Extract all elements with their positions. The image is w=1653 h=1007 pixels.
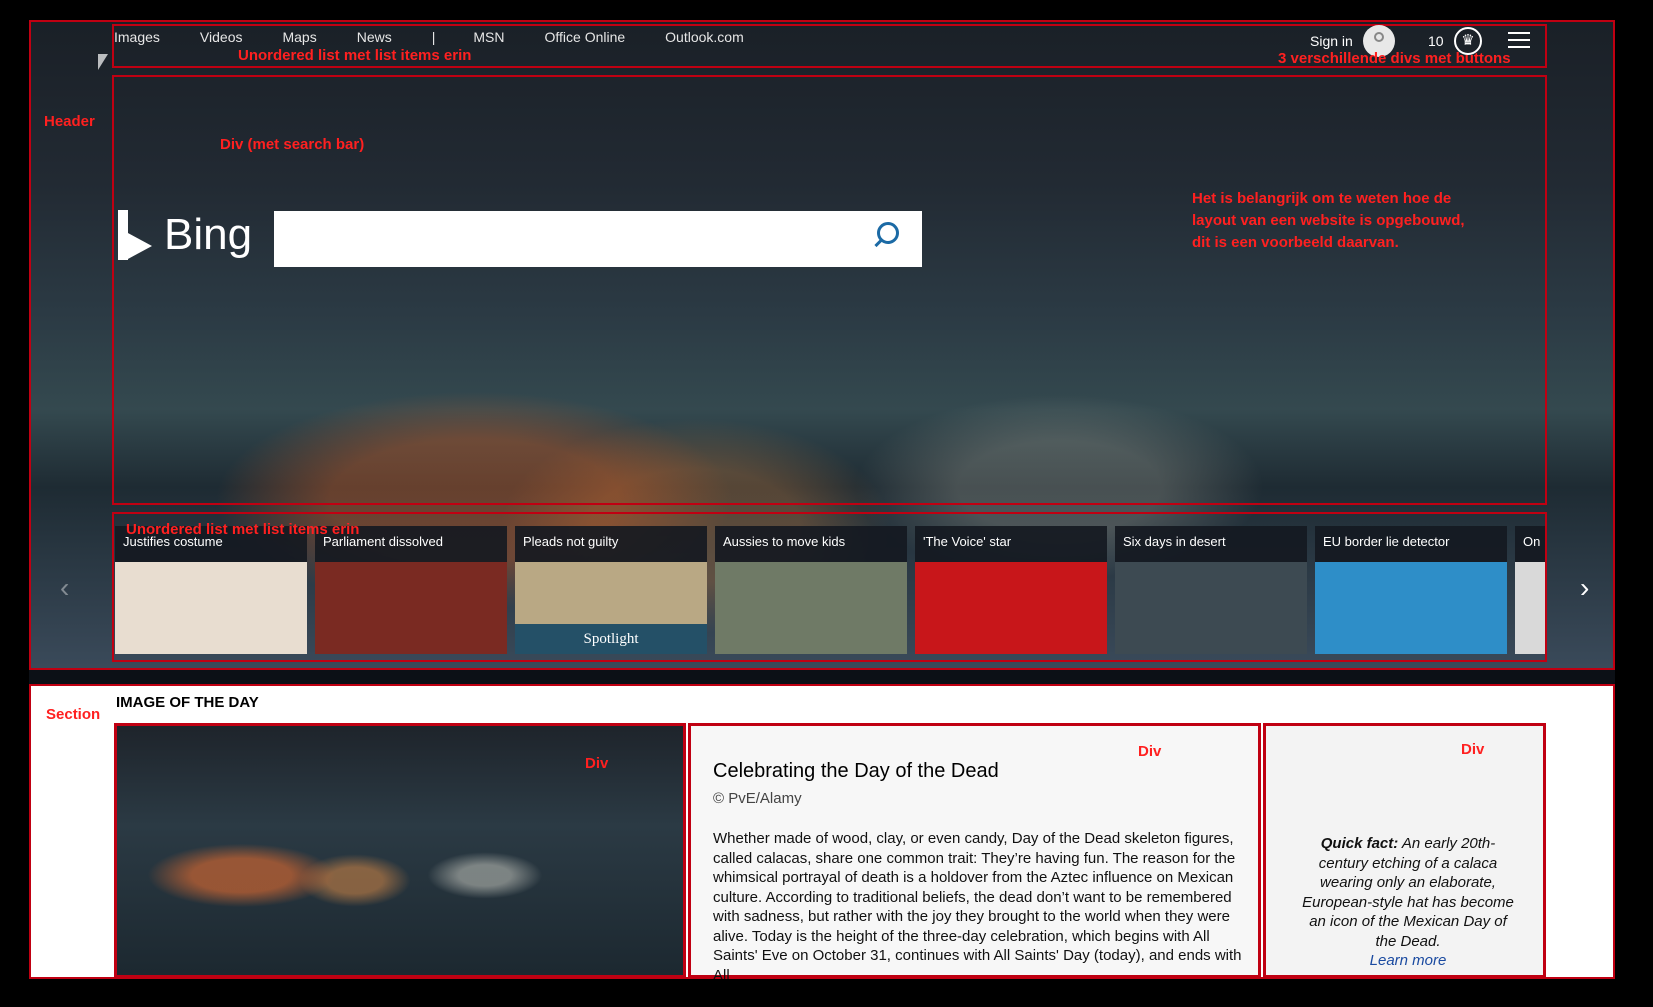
annotation-div-image: Div	[585, 755, 609, 772]
top-nav-list: Images Videos Maps News | MSN Office Onl…	[114, 29, 784, 45]
quick-fact-label: Quick fact:	[1320, 835, 1399, 852]
search-input[interactable]	[274, 211, 922, 267]
news-thumbnail	[715, 562, 907, 654]
news-thumbnail	[1315, 562, 1507, 654]
annotation-section: Section	[46, 706, 101, 723]
hamburger-menu-icon[interactable]	[1508, 32, 1530, 50]
photo-credit: © PvE/Alamy	[713, 790, 802, 807]
news-thumbnail	[915, 562, 1107, 654]
article-body: Whether made of wood, clay, or even cand…	[713, 830, 1242, 979]
bing-wordmark: Bing	[164, 210, 253, 259]
annotation-news-list: Unordered list met list items erin	[126, 521, 360, 538]
news-item[interactable]: On	[1515, 526, 1545, 654]
nav-item-news[interactable]: News	[357, 29, 392, 45]
carousel-next-icon[interactable]: ›	[1580, 572, 1589, 604]
quick-fact-text: An early 20th-century etching of a calac…	[1302, 835, 1514, 950]
news-thumbnail	[1515, 562, 1545, 654]
nav-item-videos[interactable]: Videos	[200, 29, 243, 45]
annotation-header: Header	[44, 113, 95, 130]
section-title: IMAGE OF THE DAY	[116, 694, 259, 711]
news-item[interactable]: Six days in desert	[1115, 526, 1307, 654]
news-thumbnail	[1115, 562, 1307, 654]
nav-item-images[interactable]: Images	[114, 29, 160, 45]
article-title: Celebrating the Day of the Dead	[713, 760, 999, 782]
bing-logo[interactable]: Bing	[118, 210, 252, 260]
annotation-note-line-3: dit is een voorbeeld daarvan.	[1192, 234, 1399, 251]
annotation-div-article: Div	[1138, 743, 1162, 760]
news-title: EU border lie detector	[1315, 526, 1507, 562]
search-icon[interactable]	[877, 222, 899, 244]
quick-fact: Quick fact: An early 20th-century etchin…	[1302, 834, 1514, 971]
nav-item-office-online[interactable]: Office Online	[545, 29, 626, 45]
annotation-nav-list: Unordered list met list items erin	[238, 47, 472, 64]
bing-logo-icon	[118, 210, 154, 260]
nav-separator: |	[431, 29, 436, 45]
annotation-note-line-2: layout van een website is opgebouwd,	[1192, 212, 1465, 229]
news-thumbnail	[315, 562, 507, 654]
carousel-prev-icon[interactable]: ‹	[60, 572, 69, 604]
rewards-points[interactable]: 10	[1428, 33, 1444, 49]
learn-more-link[interactable]: Learn more	[1370, 952, 1447, 969]
news-item[interactable]: Aussies to move kids	[715, 526, 907, 654]
news-item[interactable]: EU border lie detector	[1315, 526, 1507, 654]
news-title: On	[1515, 526, 1545, 562]
annotation-note-line-1: Het is belangrijk om te weten hoe de	[1192, 190, 1452, 207]
spotlight-badge: Spotlight	[515, 624, 707, 654]
news-title: Six days in desert	[1115, 526, 1307, 562]
news-title: Aussies to move kids	[715, 526, 907, 562]
annotation-buttons: 3 verschillende divs met buttons	[1278, 50, 1511, 67]
news-carousel: Justifies costume Parliament dissolved P…	[115, 526, 1545, 654]
annotation-div-fact: Div	[1461, 741, 1485, 758]
nav-item-outlook[interactable]: Outlook.com	[665, 29, 744, 45]
news-item[interactable]: Justifies costume	[115, 526, 307, 654]
nav-item-msn[interactable]: MSN	[473, 29, 504, 45]
nav-item-maps[interactable]: Maps	[282, 29, 316, 45]
news-title: 'The Voice' star	[915, 526, 1107, 562]
annotation-search-div: Div (met search bar)	[220, 136, 365, 153]
mouse-cursor-icon	[98, 54, 108, 70]
sign-in-link[interactable]: Sign in	[1310, 33, 1353, 49]
news-item[interactable]: Parliament dissolved	[315, 526, 507, 654]
news-thumbnail	[115, 562, 307, 654]
news-item[interactable]: Pleads not guilty Spotlight	[515, 526, 707, 654]
news-item[interactable]: 'The Voice' star	[915, 526, 1107, 654]
news-title: Pleads not guilty	[515, 526, 707, 562]
